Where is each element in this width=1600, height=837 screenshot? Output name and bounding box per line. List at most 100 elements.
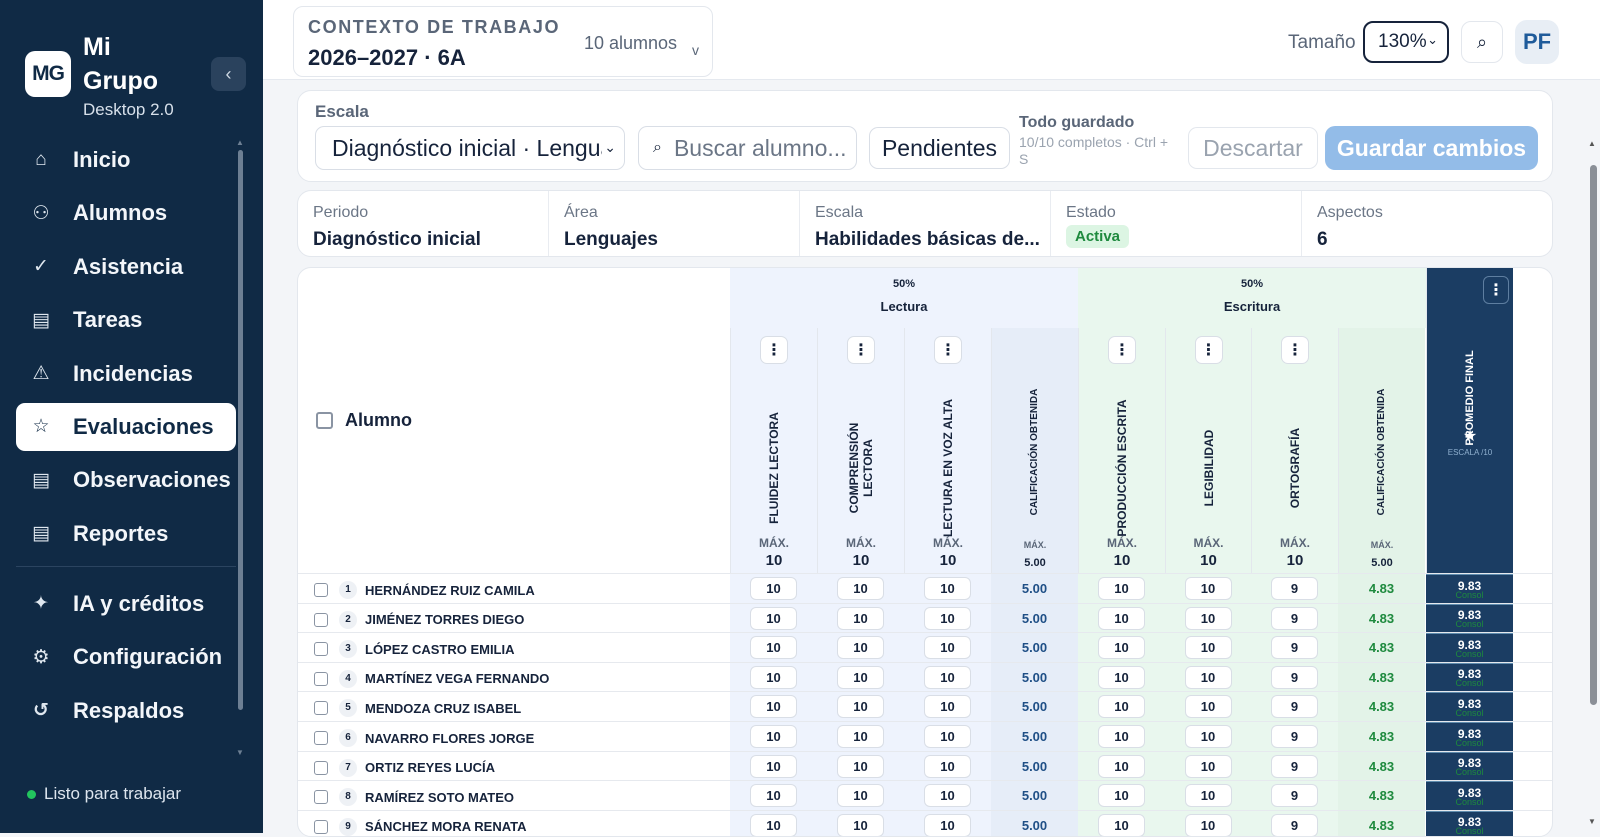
pending-filter-button[interactable]: Pendientes: [869, 127, 1010, 169]
grade-input[interactable]: 10: [750, 636, 797, 660]
sidebar-item-incidencias[interactable]: ⚠ Incidencias: [16, 350, 236, 398]
grade-input[interactable]: 10: [924, 813, 971, 836]
grade-input[interactable]: 10: [1184, 577, 1232, 600]
grade-input[interactable]: 10: [1184, 665, 1232, 689]
grade-input[interactable]: 10: [924, 784, 971, 808]
grade-input[interactable]: 10: [837, 606, 884, 630]
grade-input[interactable]: 10: [837, 784, 884, 808]
sidebar-item-asistencia[interactable]: ✓ Asistencia: [16, 243, 236, 291]
final-column-menu-button[interactable]: ⋮: [1483, 276, 1509, 304]
scroll-down-arrow[interactable]: ▼: [1588, 817, 1596, 826]
sidebar-item-tareas[interactable]: ▤ Tareas: [16, 296, 236, 344]
grade-input[interactable]: 9: [1271, 606, 1318, 630]
scroll-up-arrow[interactable]: ▲: [1588, 139, 1596, 148]
grade-input[interactable]: 10: [750, 754, 797, 778]
grade-input[interactable]: 10: [924, 725, 971, 748]
grade-input[interactable]: 10: [1184, 784, 1232, 808]
grade-input[interactable]: 9: [1271, 784, 1318, 808]
sidebar-item-reportes[interactable]: ▤ Reportes: [16, 510, 236, 558]
grade-input[interactable]: 10: [924, 636, 971, 660]
grade-input[interactable]: 10: [837, 695, 884, 719]
column-menu-button[interactable]: ⋮: [847, 336, 875, 364]
sidebar-item-observaciones[interactable]: ▤ Observaciones: [16, 456, 236, 504]
avatar[interactable]: PF: [1515, 20, 1559, 64]
grade-input[interactable]: 10: [837, 813, 884, 836]
column-menu-button[interactable]: ⋮: [1108, 336, 1136, 364]
grade-input[interactable]: 10: [924, 606, 971, 630]
row-checkbox[interactable]: [314, 731, 328, 745]
row-checkbox[interactable]: [314, 642, 328, 657]
sidebar-item-respaldos[interactable]: ↺ Respaldos: [16, 687, 236, 735]
row-checkbox[interactable]: [314, 790, 328, 805]
grade-input[interactable]: 10: [1184, 636, 1232, 660]
grade-input[interactable]: 10: [837, 725, 884, 748]
grade-input[interactable]: 10: [750, 577, 797, 600]
grade-input[interactable]: 9: [1271, 577, 1318, 600]
grade-input[interactable]: 10: [924, 754, 971, 778]
grade-input[interactable]: 10: [837, 754, 884, 778]
grade-input[interactable]: 10: [924, 695, 971, 719]
grade-input[interactable]: 10: [1184, 695, 1232, 719]
row-checkbox[interactable]: [314, 760, 328, 775]
grade-input[interactable]: 10: [1098, 577, 1145, 600]
row-checkbox[interactable]: [314, 671, 328, 686]
grade-input[interactable]: 10: [750, 695, 797, 719]
select-all-checkbox[interactable]: [316, 412, 333, 429]
grade-input[interactable]: 10: [1184, 754, 1232, 778]
grade-input[interactable]: 10: [1098, 606, 1145, 630]
scale-select[interactable]: Diagnóstico inicial · Lenguajes⌄: [315, 126, 625, 170]
row-checkbox[interactable]: [314, 819, 328, 834]
grade-input[interactable]: 9: [1271, 813, 1318, 836]
work-context-selector[interactable]: CONTEXTO DE TRABAJO 2026–2027 · 6A 10 al…: [293, 6, 713, 77]
grade-input[interactable]: 10: [1098, 754, 1145, 778]
grade-input[interactable]: 10: [1098, 725, 1145, 748]
grade-input[interactable]: 9: [1271, 725, 1318, 748]
grade-input[interactable]: 10: [1184, 606, 1232, 630]
grade-input[interactable]: 10: [750, 665, 797, 689]
nav-divider: [16, 565, 236, 567]
grade-input[interactable]: 10: [924, 577, 971, 600]
scale-value: Diagnóstico inicial · Lenguajes: [332, 134, 602, 161]
grade-input[interactable]: 9: [1271, 636, 1318, 660]
grade-input[interactable]: 10: [837, 665, 884, 689]
sidebar-item-evaluaciones[interactable]: ☆ Evaluaciones: [16, 402, 236, 451]
grade-input[interactable]: 10: [837, 636, 884, 660]
grade-input[interactable]: 10: [1098, 813, 1145, 836]
row-checkbox[interactable]: [314, 701, 328, 716]
column-menu-button[interactable]: ⋮: [934, 336, 962, 364]
scroll-up-arrow[interactable]: ▲: [236, 138, 244, 147]
discard-button[interactable]: Descartar: [1188, 127, 1318, 169]
size-select[interactable]: 130% ⌄: [1363, 21, 1449, 63]
grade-input[interactable]: 10: [1098, 784, 1145, 808]
grade-input[interactable]: 10: [1184, 725, 1232, 748]
save-changes-button[interactable]: Guardar cambios: [1325, 126, 1538, 170]
grade-input[interactable]: 10: [750, 813, 797, 836]
grade-input[interactable]: 10: [1098, 695, 1145, 719]
student-search-input[interactable]: ⌕ Buscar alumno...: [638, 126, 857, 170]
sidebar-scrollbar[interactable]: [238, 150, 243, 710]
scroll-down-arrow[interactable]: ▼: [236, 748, 244, 757]
column-menu-button[interactable]: ⋮: [760, 336, 788, 364]
column-menu-button[interactable]: ⋮: [1281, 336, 1309, 364]
grade-input[interactable]: 10: [1184, 813, 1232, 836]
sidebar-item-ia[interactable]: ✦ IA y créditos: [16, 580, 236, 628]
grade-input[interactable]: 9: [1271, 695, 1318, 719]
sidebar-item-alumnos[interactable]: ⚇ Alumnos: [16, 189, 236, 237]
collapse-sidebar-button[interactable]: ‹: [211, 57, 246, 91]
grade-input[interactable]: 9: [1271, 665, 1318, 689]
grade-input[interactable]: 10: [750, 725, 797, 748]
search-button[interactable]: ⌕: [1461, 21, 1503, 63]
grade-input[interactable]: 10: [1098, 665, 1145, 689]
sidebar-item-inicio[interactable]: ⌂ Inicio: [16, 136, 236, 184]
sidebar-item-configuración[interactable]: ⚙ Configuración: [16, 633, 236, 681]
grade-input[interactable]: 10: [837, 577, 884, 600]
grade-input[interactable]: 10: [750, 606, 797, 630]
row-checkbox[interactable]: [314, 583, 328, 597]
grade-input[interactable]: 10: [750, 784, 797, 808]
column-menu-button[interactable]: ⋮: [1194, 336, 1223, 364]
grade-input[interactable]: 10: [924, 665, 971, 689]
page-scrollbar[interactable]: [1590, 165, 1597, 705]
grade-input[interactable]: 9: [1271, 754, 1318, 778]
grade-input[interactable]: 10: [1098, 636, 1145, 660]
row-checkbox[interactable]: [314, 612, 328, 627]
